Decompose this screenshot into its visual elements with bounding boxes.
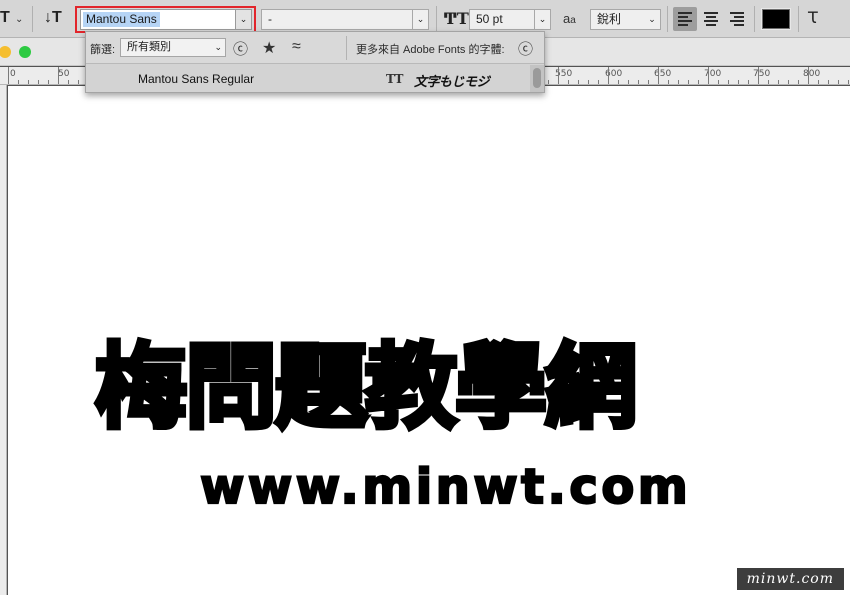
more-fonts-label: 更多來自 Adobe Fonts 的字體: — [356, 44, 505, 56]
url-text-layer[interactable]: www.minwt.com — [199, 458, 720, 516]
antialias-value: 銳利 — [597, 12, 622, 26]
highlight-box — [75, 6, 256, 33]
watermark: minwt.com — [736, 568, 844, 590]
antialias-select[interactable]: 銳利 ⌄ — [590, 9, 661, 30]
truetype-icon: TT — [386, 72, 404, 86]
ruler-tick — [788, 80, 789, 84]
ruler-tick — [68, 80, 69, 84]
font-size-field[interactable]: 50 pt ⌄ — [469, 9, 551, 30]
ruler-tick — [8, 67, 9, 84]
antialias-icon: aa — [563, 11, 576, 26]
ruler-tick — [598, 80, 599, 84]
font-size-icon: ͲT — [444, 9, 469, 28]
ruler-tick — [848, 80, 849, 84]
ruler-tick — [708, 67, 709, 84]
minimize-window-icon[interactable] — [0, 46, 11, 58]
chevron-down-icon[interactable]: ⌄ — [644, 10, 660, 29]
chevron-down-icon[interactable]: ⌄ — [15, 14, 23, 25]
ruler-label: 650 — [654, 69, 672, 79]
zoom-window-icon[interactable] — [19, 46, 31, 58]
ruler-tick — [678, 80, 679, 84]
ruler-label: 50 — [58, 69, 70, 79]
align-left-button[interactable] — [673, 7, 697, 31]
ruler-tick — [58, 67, 59, 84]
ruler-tick — [588, 80, 589, 84]
ruler-tick — [648, 80, 649, 84]
font-dropdown-panel: 篩選: 所有類別 ⌄ ⓒ ★ ≈ 更多來自 Adobe Fonts 的字體: ⓒ… — [85, 31, 545, 93]
ruler-tick — [38, 80, 39, 84]
filter-label: 篩選: — [90, 44, 116, 56]
ruler-tick — [798, 80, 799, 84]
ruler-tick — [718, 80, 719, 84]
type-tool-icon[interactable]: T — [0, 9, 10, 27]
ruler-tick — [698, 80, 699, 84]
ruler-tick — [578, 80, 579, 84]
chevron-down-icon[interactable]: ⌄ — [412, 10, 428, 29]
font-list-item[interactable]: Mantou Sans Regular TT 文字もじモジ — [86, 65, 544, 92]
filter-category-select[interactable]: 所有類別 ⌄ — [120, 38, 226, 57]
ruler-tick — [768, 80, 769, 84]
font-style-value: - — [268, 12, 272, 26]
ruler-tick — [688, 80, 689, 84]
vertical-ruler[interactable] — [0, 85, 7, 595]
filter-category-value: 所有類別 — [127, 41, 171, 53]
ruler-tick — [28, 80, 29, 84]
ruler-label: 700 — [704, 69, 722, 79]
ruler-tick — [738, 80, 739, 84]
ruler-tick — [728, 80, 729, 84]
font-item-name: Mantou Sans Regular — [138, 72, 255, 86]
ruler-tick — [18, 80, 19, 84]
ruler-tick — [548, 80, 549, 84]
similar-fonts-icon[interactable]: ≈ — [292, 38, 301, 56]
ruler-tick — [558, 67, 559, 84]
ruler-tick — [568, 80, 569, 84]
font-list-scrollbar[interactable] — [530, 65, 544, 92]
align-right-button[interactable] — [725, 7, 749, 31]
align-center-button[interactable] — [699, 7, 723, 31]
ruler-tick — [608, 67, 609, 84]
ruler-tick — [618, 80, 619, 84]
ruler-tick — [758, 67, 759, 84]
font-item-sample: 文字もじモジ — [414, 74, 490, 89]
warp-text-icon[interactable]: Ꚍ — [808, 8, 818, 28]
text-color-swatch[interactable] — [761, 8, 791, 30]
font-size-value: 50 pt — [476, 12, 503, 26]
creative-cloud-icon[interactable]: ⓒ — [518, 38, 533, 59]
ruler-tick — [668, 80, 669, 84]
ruler-tick — [748, 80, 749, 84]
text-orientation-icon[interactable]: ↓T — [44, 9, 62, 27]
headline-text-layer[interactable]: 梅問題教學網 — [93, 332, 775, 444]
ruler-tick — [828, 80, 829, 84]
chevron-down-icon: ⌄ — [214, 42, 222, 52]
font-filter-row: 篩選: 所有類別 ⌄ ⓒ ★ ≈ 更多來自 Adobe Fonts 的字體: ⓒ — [86, 32, 544, 64]
ruler-tick — [818, 80, 819, 84]
chevron-down-icon[interactable]: ⌄ — [534, 10, 550, 29]
ruler-tick — [78, 80, 79, 84]
ruler-label: 750 — [753, 69, 771, 79]
font-style-field[interactable]: - ⌄ — [261, 9, 429, 30]
ruler-tick — [838, 80, 839, 84]
ruler-tick — [628, 80, 629, 84]
ruler-tick — [808, 67, 809, 84]
ruler-tick — [48, 80, 49, 84]
star-icon[interactable]: ★ — [262, 38, 276, 58]
ruler-tick — [658, 67, 659, 84]
ruler-tick — [778, 80, 779, 84]
ruler-tick — [638, 80, 639, 84]
ruler-label: 800 — [803, 69, 821, 79]
creative-cloud-icon[interactable]: ⓒ — [233, 38, 248, 59]
ruler-label: 0 — [10, 69, 16, 79]
